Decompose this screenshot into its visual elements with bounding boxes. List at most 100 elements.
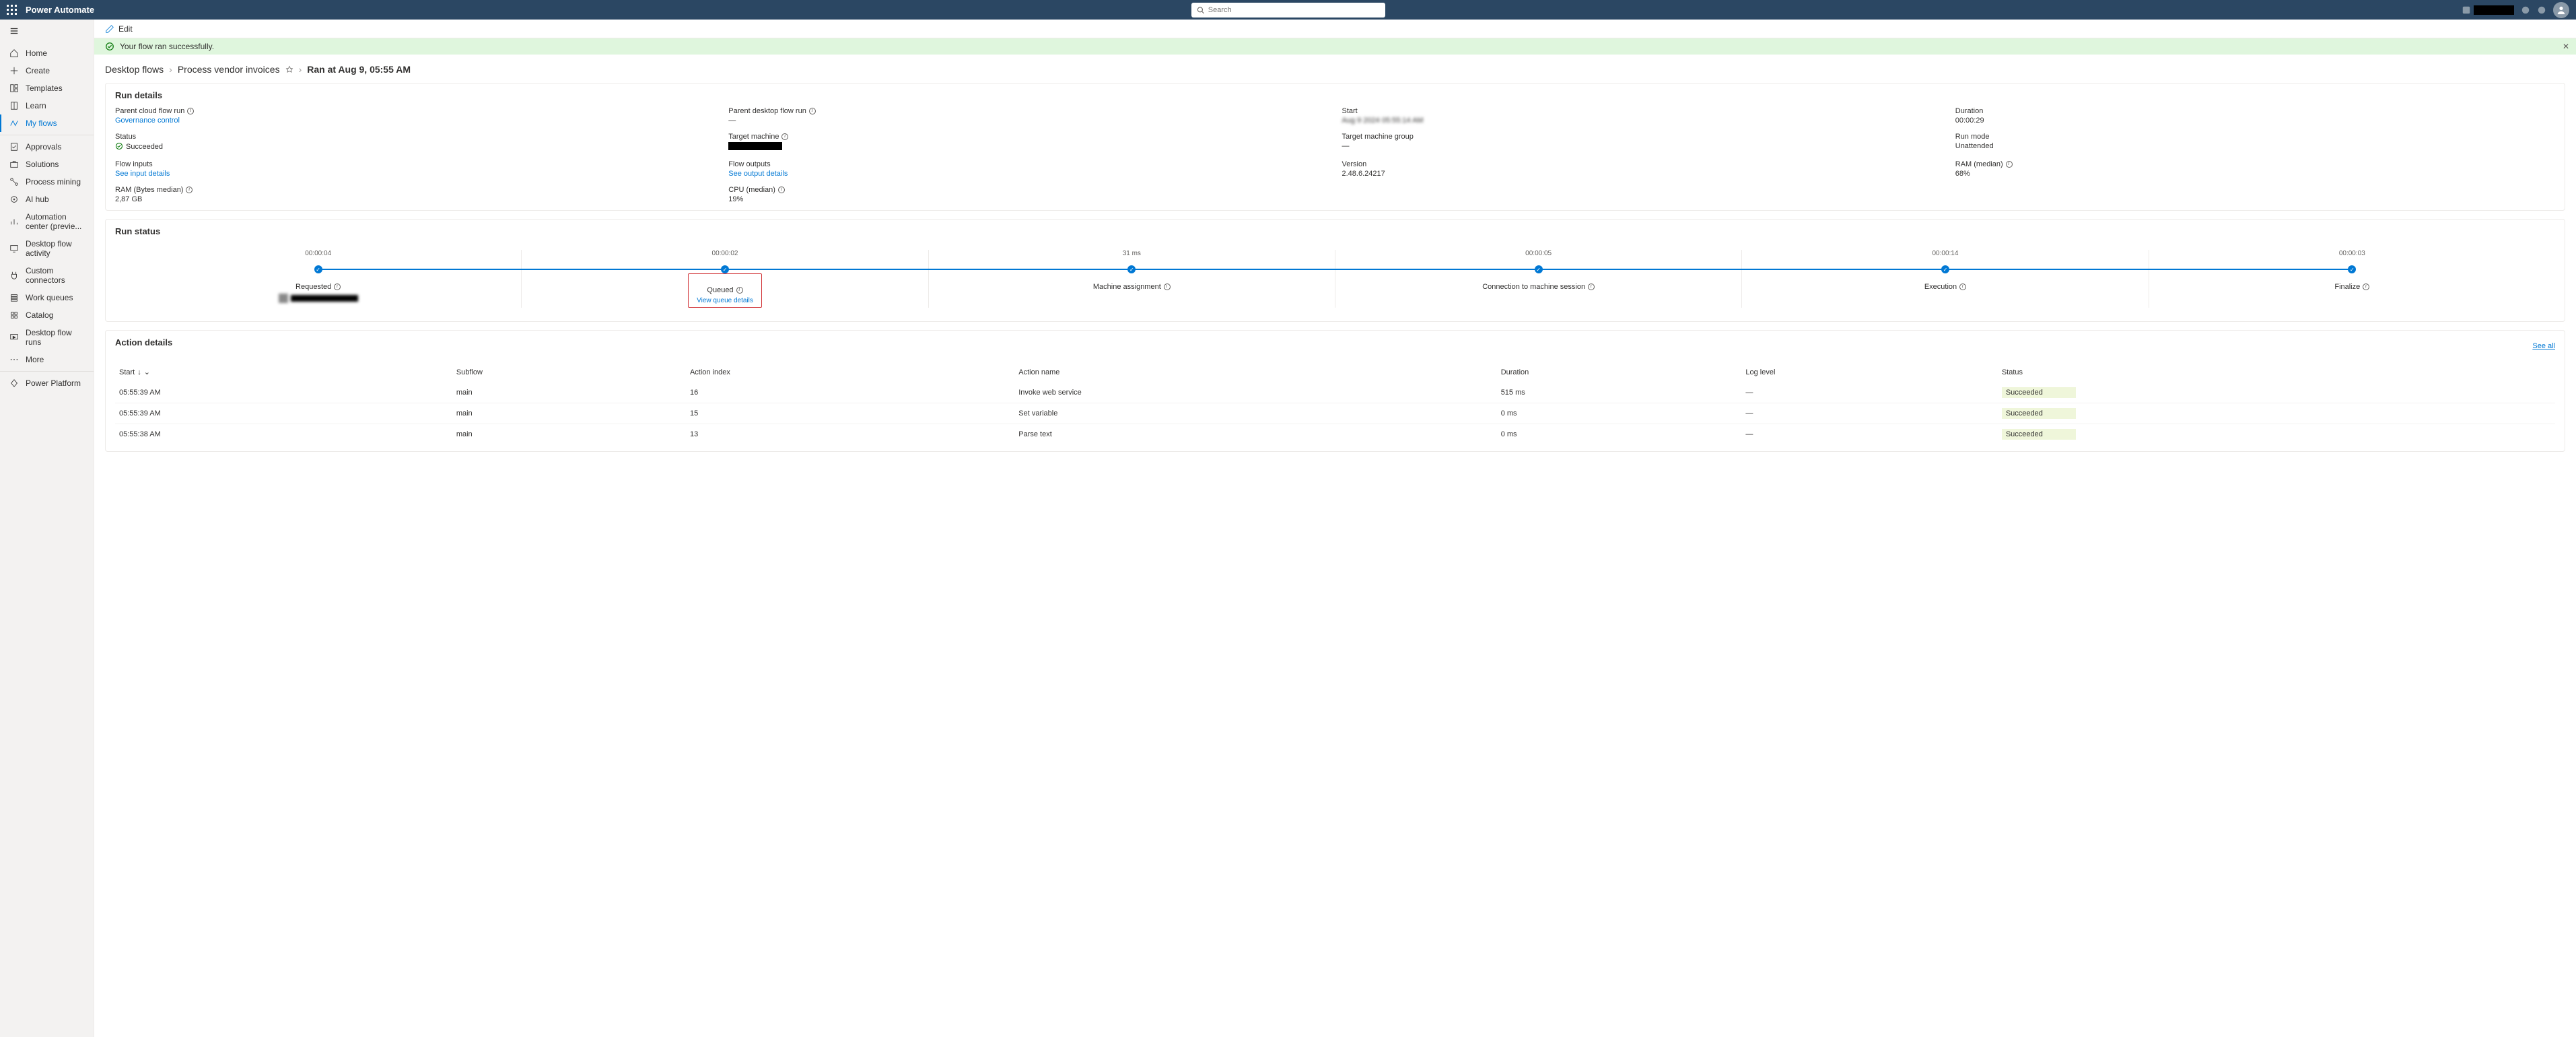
help-icon[interactable]: [2537, 5, 2546, 15]
banner-close[interactable]: ✕: [2563, 42, 2569, 51]
runs-icon: [9, 333, 19, 342]
search-input[interactable]: [1208, 6, 1380, 14]
approvals-icon: [9, 142, 19, 152]
field-parent-desktop: Parent desktop flow run —: [728, 107, 1328, 125]
crumb-flow[interactable]: Process vendor invoices: [178, 64, 280, 75]
field-status: Status Succeeded: [115, 133, 715, 152]
environment-name-redacted: [2474, 5, 2514, 15]
step-queued: 00:00:02 ✓ Queued View queue details: [522, 250, 928, 308]
nav-power-platform[interactable]: Power Platform: [0, 374, 94, 392]
nav-home[interactable]: Home: [0, 44, 94, 62]
info-icon[interactable]: [187, 108, 194, 114]
table-row[interactable]: 05:55:39 AMmain15Set variable0 ms—Succee…: [115, 403, 2555, 424]
solutions-icon: [9, 160, 19, 169]
input-details-link[interactable]: See input details: [115, 170, 715, 178]
col-start[interactable]: Start ↓ ⌄: [115, 362, 452, 382]
nav-learn[interactable]: Learn: [0, 97, 94, 114]
field-ram-median: RAM (median) 68%: [1955, 160, 2555, 178]
info-icon[interactable]: [186, 187, 193, 193]
environment-badge[interactable]: [2462, 5, 2514, 15]
info-icon[interactable]: [781, 133, 788, 140]
command-bar: Edit: [94, 20, 2576, 38]
nav-ai-hub[interactable]: AI hub: [0, 191, 94, 208]
run-status-title: Run status: [115, 226, 2555, 236]
settings-icon[interactable]: [2521, 5, 2530, 15]
run-details-card: Run details Parent cloud flow run Govern…: [105, 83, 2565, 211]
topbar-right: [2462, 2, 2569, 18]
parent-cloud-link[interactable]: Governance control: [115, 116, 715, 125]
activity-icon: [9, 244, 19, 253]
nav-automation-center[interactable]: Automation center (previe...: [0, 208, 94, 235]
col-index[interactable]: Action index: [686, 362, 1014, 382]
field-version: Version 2.48.6.24217: [1342, 160, 1942, 178]
environment-icon: [2462, 5, 2471, 15]
nav-my-flows[interactable]: My flows: [0, 114, 94, 132]
app-title: Power Automate: [26, 5, 94, 15]
info-icon[interactable]: [334, 283, 341, 290]
home-icon: [9, 48, 19, 58]
col-status[interactable]: Status: [1998, 362, 2555, 382]
nav-approvals[interactable]: Approvals: [0, 138, 94, 156]
col-loglevel[interactable]: Log level: [1741, 362, 1997, 382]
nav-process-mining[interactable]: Process mining: [0, 173, 94, 191]
step-dot: ✓: [314, 265, 322, 273]
app-launcher-icon[interactable]: [7, 5, 18, 15]
nav-custom-connectors[interactable]: Custom connectors: [0, 262, 94, 289]
power-platform-icon: [9, 378, 19, 388]
check-circle-icon: [105, 42, 114, 51]
success-banner: Your flow ran successfully. ✕: [94, 38, 2576, 55]
table-row[interactable]: 05:55:39 AMmain16Invoke web service515 m…: [115, 382, 2555, 403]
info-icon[interactable]: [736, 287, 743, 294]
info-icon[interactable]: [778, 187, 785, 193]
step-finalize: 00:00:03 ✓ Finalize: [2149, 250, 2555, 308]
nav-more[interactable]: More: [0, 351, 94, 368]
field-target-group: Target machine group —: [1342, 133, 1942, 152]
view-queue-details-link[interactable]: View queue details: [697, 297, 753, 304]
crumb-current: Ran at Aug 9, 05:55 AM: [307, 64, 411, 75]
top-bar: Power Automate: [0, 0, 2576, 20]
col-duration[interactable]: Duration: [1497, 362, 1742, 382]
step-execution: 00:00:14 ✓ Execution: [1742, 250, 2149, 308]
edit-button[interactable]: Edit: [118, 24, 133, 34]
see-all-link[interactable]: See all: [2532, 342, 2555, 350]
main-content: Edit Your flow ran successfully. ✕ Deskt…: [94, 20, 2576, 1037]
start-value-blurred: Aug 9 2024 05:55:14 AM: [1342, 116, 1942, 125]
col-subflow[interactable]: Subflow: [452, 362, 686, 382]
step-dot: ✓: [1941, 265, 1949, 273]
info-icon[interactable]: [1959, 283, 1966, 290]
nav-desktop-activity[interactable]: Desktop flow activity: [0, 235, 94, 262]
info-icon[interactable]: [2006, 161, 2013, 168]
edit-icon: [105, 24, 114, 34]
crumb-root[interactable]: Desktop flows: [105, 64, 164, 75]
field-ram-bytes: RAM (Bytes median) 2,87 GB: [115, 186, 715, 203]
step-requested: 00:00:04 ✓ Requested: [115, 250, 522, 308]
action-details-card: Action details See all Start ↓ ⌄ Subflow…: [105, 330, 2565, 452]
nav-solutions[interactable]: Solutions: [0, 156, 94, 173]
nav-work-queues[interactable]: Work queues: [0, 289, 94, 306]
hamburger-icon: [9, 26, 19, 36]
user-avatar[interactable]: [2553, 2, 2569, 18]
step-dot: ✓: [2348, 265, 2356, 273]
search-box[interactable]: [1191, 3, 1385, 18]
nav-catalog[interactable]: Catalog: [0, 306, 94, 324]
info-icon[interactable]: [1588, 283, 1595, 290]
output-details-link[interactable]: See output details: [728, 170, 1328, 178]
field-duration: Duration 00:00:29: [1955, 107, 2555, 125]
nav-desktop-runs[interactable]: Desktop flow runs: [0, 324, 94, 351]
nav-toggle[interactable]: [0, 20, 94, 44]
info-icon[interactable]: [809, 108, 816, 114]
col-name[interactable]: Action name: [1014, 362, 1496, 382]
field-flow-outputs: Flow outputs See output details: [728, 160, 1328, 178]
chart-icon: [9, 217, 19, 226]
nav-create[interactable]: Create: [0, 62, 94, 79]
field-target-machine: Target machine: [728, 133, 1328, 152]
table-row[interactable]: 05:55:38 AMmain13Parse text0 ms—Succeede…: [115, 424, 2555, 445]
info-icon[interactable]: [1164, 283, 1171, 290]
plus-icon: [9, 66, 19, 75]
flows-icon: [9, 119, 19, 128]
connector-icon: [9, 271, 19, 280]
info-icon[interactable]: [2363, 283, 2369, 290]
check-circle-icon: [115, 142, 123, 150]
nav-templates[interactable]: Templates: [0, 79, 94, 97]
templates-icon: [9, 83, 19, 93]
